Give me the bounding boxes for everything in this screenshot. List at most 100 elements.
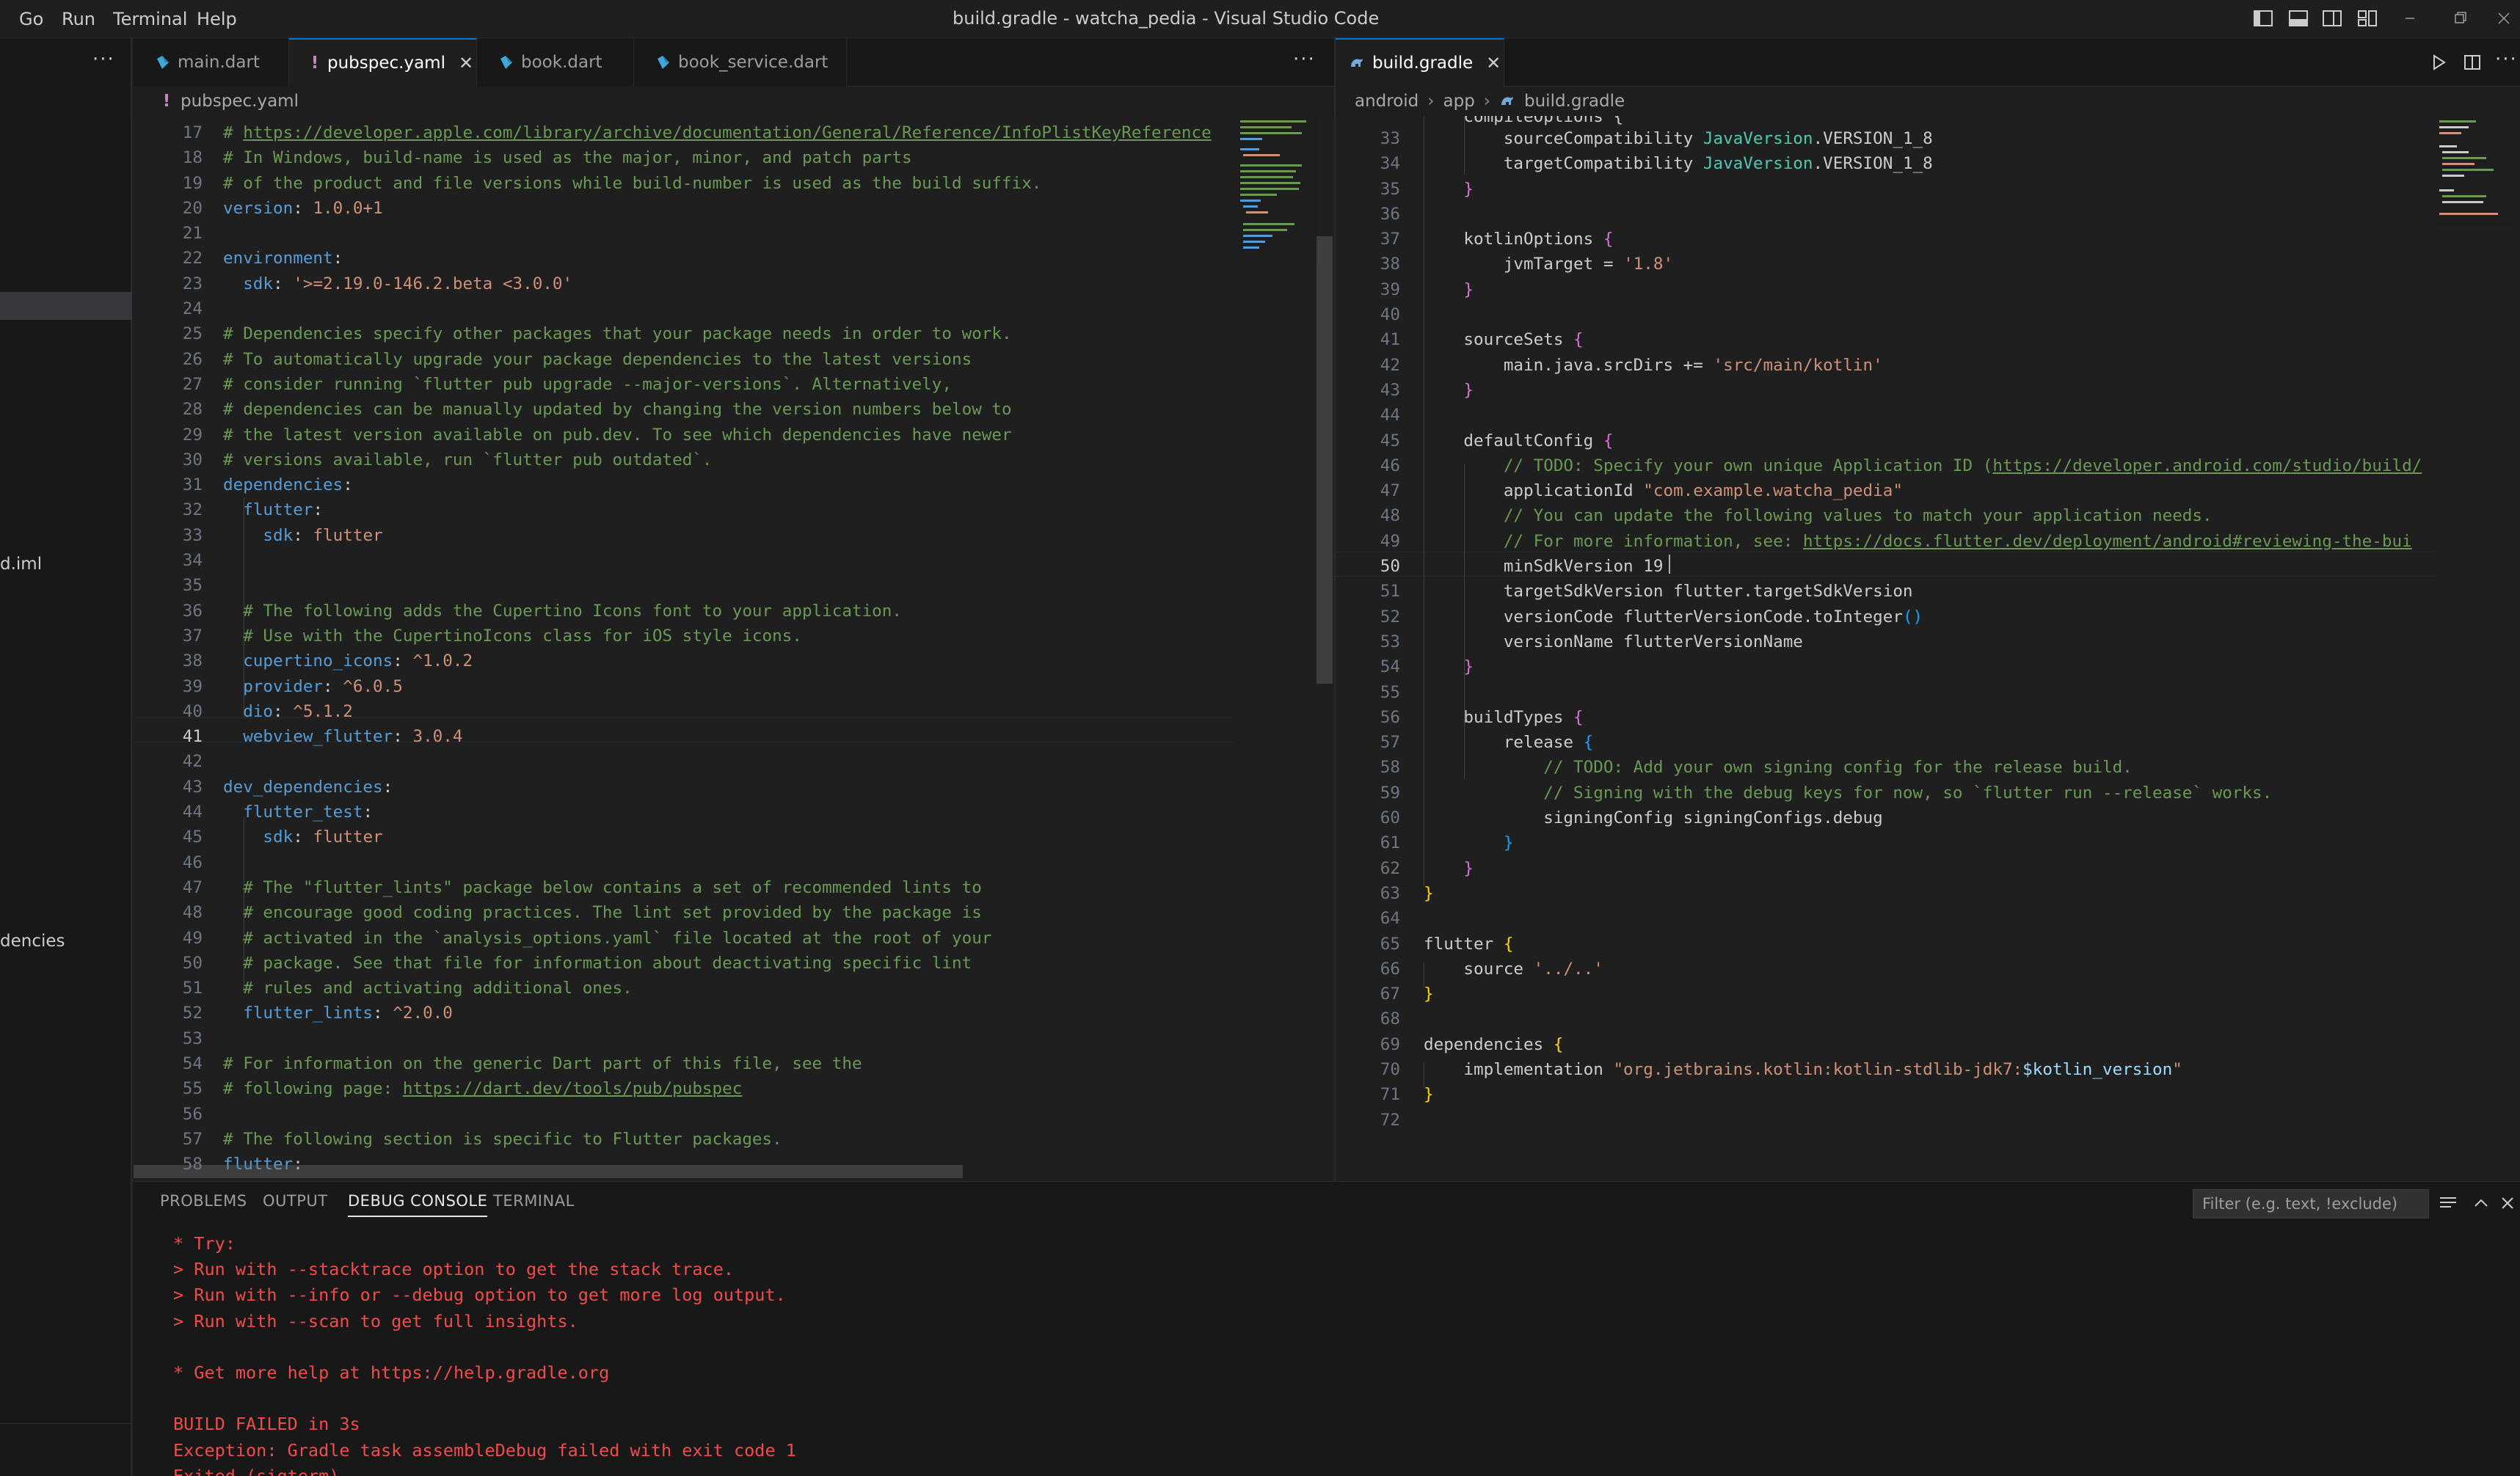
restore-icon[interactable] bbox=[2450, 9, 2470, 28]
code-line[interactable]: 64 bbox=[1336, 906, 2436, 931]
code-line[interactable]: 52 versionCode flutterVersionCode.toInte… bbox=[1336, 604, 2436, 629]
code-line[interactable]: 42 bbox=[134, 749, 1234, 774]
tab-build-gradle[interactable]: build.gradle ✕ bbox=[1336, 38, 1504, 87]
code-line[interactable]: 43 dev_dependencies: bbox=[134, 775, 1234, 800]
panel-tab-problems[interactable]: PROBLEMS bbox=[160, 1192, 247, 1210]
code-line[interactable]: 67} bbox=[1336, 982, 2436, 1006]
code-line[interactable]: 21 bbox=[134, 221, 1234, 246]
tab-pubspec-yaml[interactable]: ! pubspec.yaml ✕ bbox=[289, 38, 477, 87]
split-editor-icon[interactable] bbox=[2463, 53, 2482, 72]
code-line[interactable]: 45 defaultConfig { bbox=[1336, 428, 2436, 453]
close-panel-icon[interactable] bbox=[2498, 1194, 2517, 1213]
code-line[interactable]: 30 # versions available, run `flutter pub… bbox=[134, 447, 1234, 472]
code-line[interactable]: 56 bbox=[134, 1102, 1234, 1127]
code-line[interactable]: 35 bbox=[134, 573, 1234, 598]
breadcrumb-item[interactable]: app bbox=[1443, 92, 1475, 111]
code-line[interactable]: 41 sourceSets { bbox=[1336, 327, 2436, 352]
code-line[interactable]: 45 sdk: flutter bbox=[134, 825, 1234, 850]
code-line[interactable]: 28 # dependencies can be manually updated… bbox=[134, 397, 1234, 422]
panel-tab-debug-console[interactable]: DEBUG CONSOLE bbox=[348, 1192, 488, 1217]
code-line[interactable]: 38 cupertino_icons: ^1.0.2 bbox=[134, 649, 1234, 673]
code-line[interactable]: 33 sdk: flutter bbox=[134, 523, 1234, 548]
code-line[interactable]: 44 flutter_test: bbox=[134, 800, 1234, 825]
code-line[interactable]: 62 } bbox=[1336, 856, 2436, 881]
code-line[interactable]: 50 minSdkVersion 19 bbox=[1336, 554, 2436, 579]
code-line[interactable]: 48 # encourage good coding practices. Th… bbox=[134, 900, 1234, 925]
code-line[interactable]: 46 // TODO: Specify your own unique Appl… bbox=[1336, 453, 2436, 478]
code-line[interactable]: 44 bbox=[1336, 403, 2436, 428]
panel-tab-output[interactable]: OUTPUT bbox=[263, 1192, 328, 1210]
code-line[interactable]: 35 } bbox=[1336, 177, 2436, 202]
code-line[interactable]: 50 # package. See that file for informat… bbox=[134, 951, 1234, 976]
menu-help[interactable]: Help bbox=[197, 9, 237, 29]
code-line[interactable]: 34 bbox=[134, 548, 1234, 573]
code-line[interactable]: 57 release { bbox=[1336, 730, 2436, 755]
code-line[interactable]: 51 targetSdkVersion flutter.targetSdkVer… bbox=[1336, 579, 2436, 604]
code-line[interactable]: 59 // Signing with the debug keys for no… bbox=[1336, 781, 2436, 805]
code-line[interactable]: 39 } bbox=[1336, 277, 2436, 302]
code-line[interactable]: 54 } bbox=[1336, 654, 2436, 679]
sidebar-more-icon[interactable]: ··· bbox=[92, 48, 115, 70]
clear-console-icon[interactable] bbox=[2438, 1194, 2458, 1213]
code-line[interactable]: 19 # of the product and file versions whi… bbox=[134, 171, 1234, 196]
code-line[interactable]: 34 targetCompatibility JavaVersion.VERSI… bbox=[1336, 151, 2436, 176]
code-line[interactable]: 56 buildTypes { bbox=[1336, 705, 2436, 730]
code-line[interactable]: 49 // For more information, see: https:/… bbox=[1336, 529, 2436, 554]
code-line[interactable]: 25 # Dependencies specify other packages … bbox=[134, 321, 1234, 346]
minimap[interactable] bbox=[2436, 116, 2517, 226]
menu-terminal[interactable]: Terminal bbox=[113, 9, 187, 29]
code-line[interactable]: 39 provider: ^6.0.5 bbox=[134, 674, 1234, 699]
code-line[interactable]: 55 bbox=[1336, 680, 2436, 705]
code-line[interactable]: 53 versionName flutterVersionName bbox=[1336, 629, 2436, 654]
code-line[interactable]: 48 // You can update the following value… bbox=[1336, 503, 2436, 528]
code-line[interactable]: 58 // TODO: Add your own signing config … bbox=[1336, 755, 2436, 780]
selected-explorer-row[interactable] bbox=[0, 292, 132, 320]
close-icon[interactable]: ✕ bbox=[459, 53, 473, 73]
code-line[interactable]: 51 # rules and activating additional one… bbox=[134, 976, 1234, 1001]
code-line[interactable]: 20 version: 1.0.0+1 bbox=[134, 196, 1234, 221]
toggle-panel-icon[interactable] bbox=[2288, 9, 2309, 28]
code-line[interactable]: 69 dependencies { bbox=[1336, 1032, 2436, 1057]
code-line[interactable]: 60 signingConfig signingConfigs.debug bbox=[1336, 805, 2436, 830]
code-line[interactable]: 61 } bbox=[1336, 830, 2436, 855]
chevron-up-icon[interactable] bbox=[2472, 1194, 2491, 1213]
pubspec-editor[interactable]: 17 # https://developer.apple.com/library/… bbox=[134, 116, 1334, 1181]
tab-book-dart[interactable]: book.dart bbox=[477, 38, 634, 87]
toggle-secondary-sidebar-icon[interactable] bbox=[2322, 9, 2342, 28]
code-line[interactable]: 43 } bbox=[1336, 378, 2436, 403]
horizontal-scrollbar[interactable] bbox=[134, 1165, 963, 1178]
minimize-icon[interactable] bbox=[2400, 9, 2420, 28]
code-line[interactable]: 22 environment: bbox=[134, 246, 1234, 271]
editor-actions-more-icon[interactable]: ··· bbox=[1293, 48, 1316, 70]
code-line[interactable]: 42 main.java.srcDirs += 'src/main/kotlin… bbox=[1336, 353, 2436, 378]
code-line[interactable]: 18 # In Windows, build-name is used as th… bbox=[134, 145, 1234, 170]
code-line[interactable]: 63} bbox=[1336, 881, 2436, 906]
code-line[interactable]: 47 applicationId "com.example.watcha_ped… bbox=[1336, 478, 2436, 503]
code-line[interactable]: 38 jvmTarget = '1.8' bbox=[1336, 252, 2436, 277]
code-line[interactable]: 24 bbox=[134, 296, 1234, 321]
code-line[interactable]: 71} bbox=[1336, 1082, 2436, 1107]
build-gradle-editor[interactable]: compileOptions { 33 sourceCompatibility … bbox=[1336, 116, 2520, 1181]
breadcrumb-item[interactable]: pubspec.yaml bbox=[181, 92, 299, 111]
menu-go[interactable]: Go bbox=[19, 9, 43, 29]
code-line[interactable]: 70 implementation "org.jetbrains.kotlin:… bbox=[1336, 1057, 2436, 1082]
code-line[interactable]: 40 bbox=[1336, 302, 2436, 327]
code-line[interactable]: 40 dio: ^5.1.2 bbox=[134, 699, 1234, 724]
breadcrumb-item[interactable]: android bbox=[1355, 92, 1419, 111]
code-line[interactable]: 49 # activated in the `analysis_options.… bbox=[134, 926, 1234, 951]
code-line[interactable]: 57 # The following section is specific to… bbox=[134, 1127, 1234, 1152]
code-line[interactable]: 37 kotlinOptions { bbox=[1336, 227, 2436, 252]
vertical-scrollbar[interactable] bbox=[1317, 236, 1333, 684]
tab-book-service-dart[interactable]: book_service.dart bbox=[634, 38, 847, 87]
tab-main-dart[interactable]: main.dart bbox=[134, 38, 289, 87]
code-line[interactable]: 17 # https://developer.apple.com/library/… bbox=[134, 120, 1234, 145]
code-line[interactable]: 46 bbox=[134, 850, 1234, 875]
code-line[interactable]: 29 # the latest version available on pub.… bbox=[134, 423, 1234, 447]
code-line[interactable]: 27 # consider running `flutter pub upgrad… bbox=[134, 372, 1234, 397]
code-line[interactable]: 36 # The following adds the Cupertino Ic… bbox=[134, 599, 1234, 624]
menu-run[interactable]: Run bbox=[62, 9, 95, 29]
close-icon[interactable] bbox=[2494, 9, 2514, 28]
panel-tab-terminal[interactable]: TERMINAL bbox=[493, 1192, 575, 1210]
code-line[interactable]: 55 # following page: https://dart.dev/too… bbox=[134, 1076, 1234, 1101]
run-icon[interactable] bbox=[2429, 53, 2448, 72]
